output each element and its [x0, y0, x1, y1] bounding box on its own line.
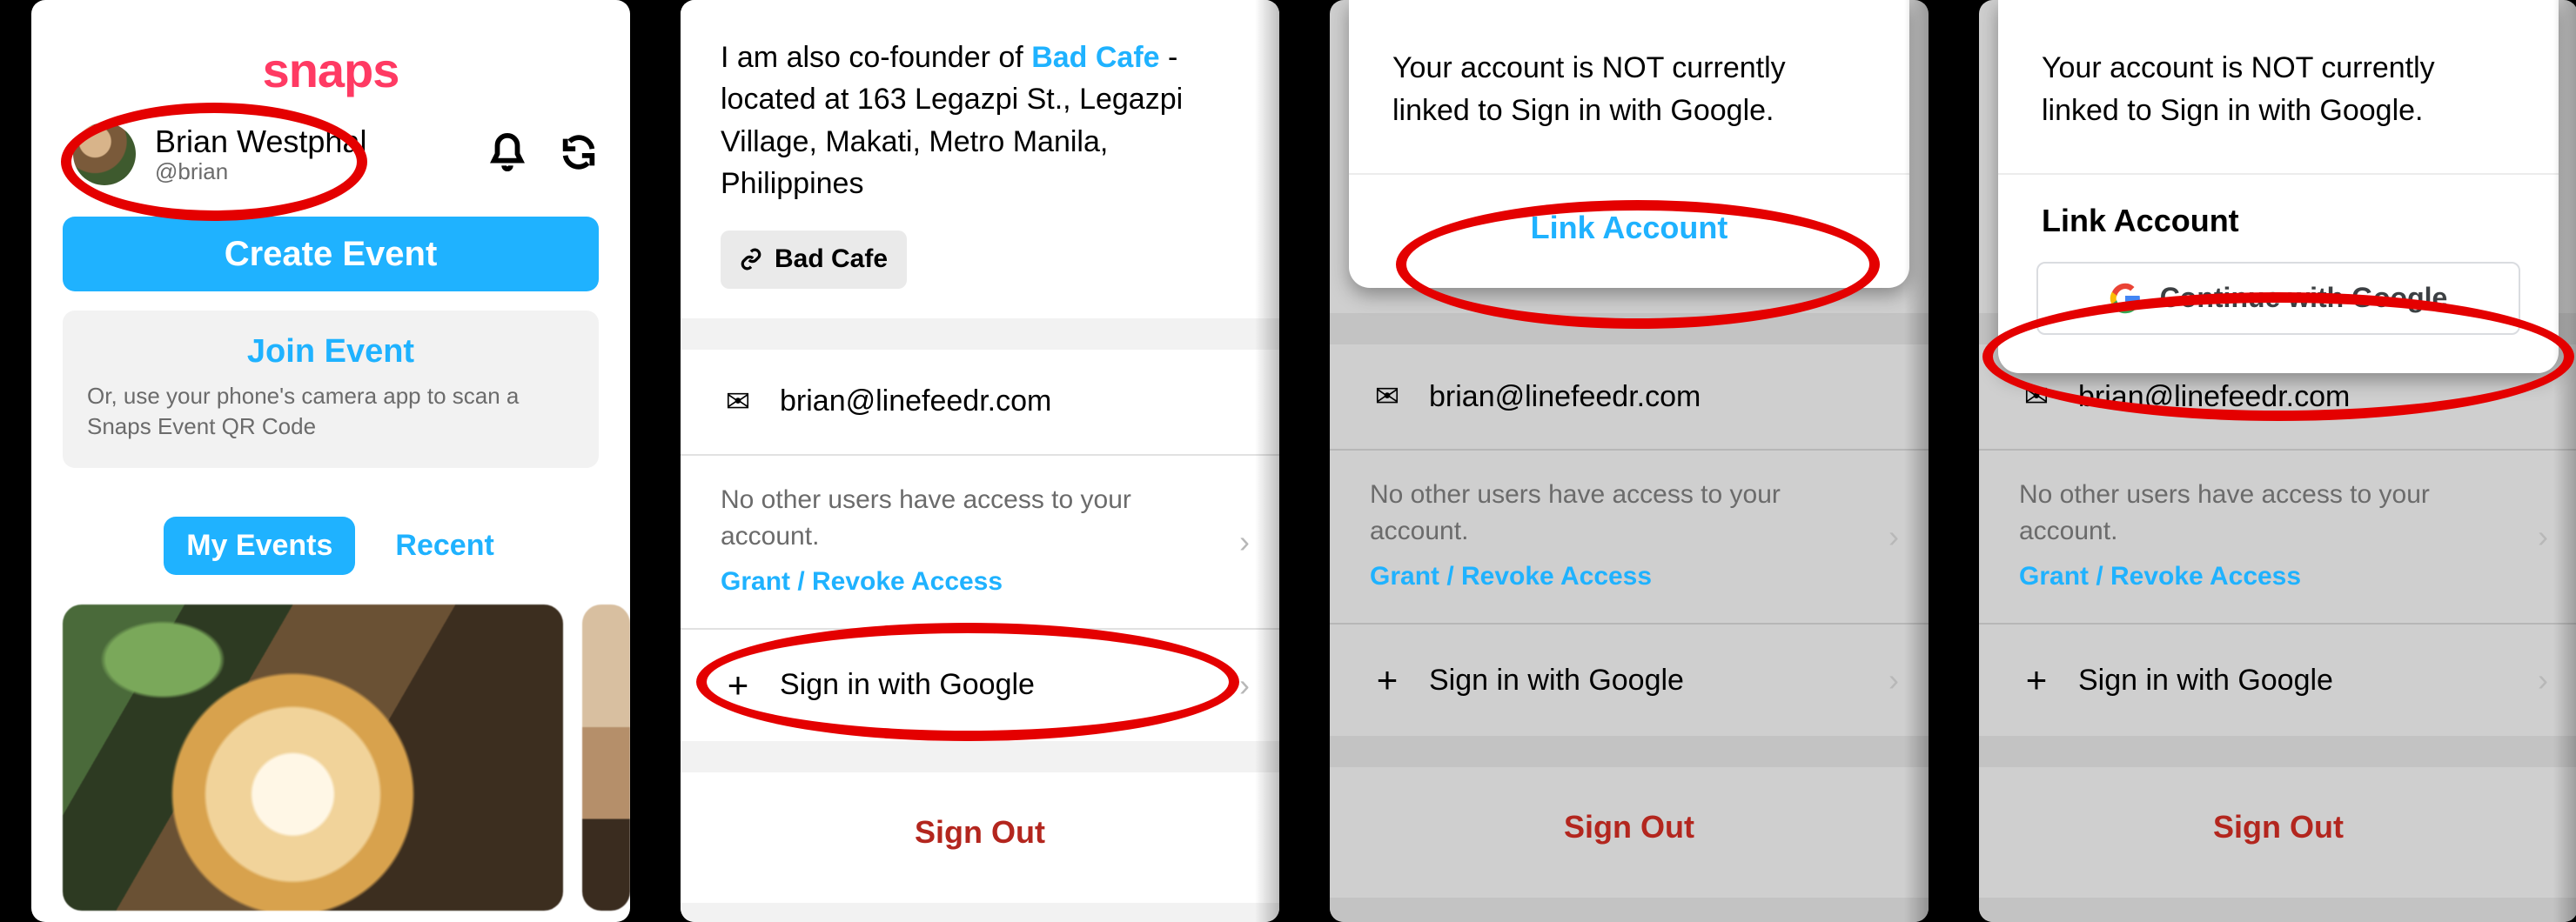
separator	[681, 318, 1279, 350]
app-header: snaps	[31, 0, 630, 117]
link-icon	[740, 248, 762, 271]
profile-row[interactable]: Brian Westphal @brian	[31, 117, 630, 201]
separator	[681, 741, 1279, 772]
avatar[interactable]	[73, 123, 136, 185]
email-value: brian@linefeedr.com	[2078, 380, 2350, 414]
screen-link-prompt: ✉ brian@linefeedr.com No other users hav…	[1330, 0, 1929, 922]
profile-text: Brian Westphal @brian	[155, 124, 487, 185]
chip-label: Bad Cafe	[775, 241, 888, 278]
sheet-message: Your account is NOT currently linked to …	[1998, 0, 2559, 173]
email-icon: ✉	[2019, 379, 2054, 414]
join-event-card[interactable]: Join Event Or, use your phone's camera a…	[63, 311, 599, 468]
access-link[interactable]: Grant / Revoke Access	[2019, 562, 2538, 591]
bio-prefix: I am also co-founder of	[721, 41, 1031, 74]
bio-link[interactable]: Bad Cafe	[1031, 41, 1159, 74]
event-card[interactable]	[63, 605, 563, 911]
plus-icon: +	[1370, 659, 1405, 701]
chevron-right-icon: ›	[1888, 662, 1899, 698]
link-account-sheet-expanded: Your account is NOT currently linked to …	[1998, 0, 2559, 373]
join-event-subtitle: Or, use your phone's camera app to scan …	[87, 381, 574, 442]
profile-handle: @brian	[155, 158, 487, 185]
screen-settings: I am also co-founder of Bad Cafe - locat…	[681, 0, 1279, 922]
access-row[interactable]: No other users have access to your accou…	[681, 456, 1279, 628]
plus-icon: +	[2019, 659, 2054, 701]
bad-cafe-chip[interactable]: Bad Cafe	[721, 230, 907, 289]
brand-logo: snaps	[31, 42, 630, 98]
access-link[interactable]: Grant / Revoke Access	[721, 567, 1239, 597]
access-text: No other users have access to your accou…	[1370, 477, 1788, 550]
email-row[interactable]: ✉ brian@linefeedr.com	[681, 350, 1279, 454]
profile-name: Brian Westphal	[155, 124, 487, 160]
refresh-icon[interactable]	[559, 132, 599, 177]
google-signin-label: Sign in with Google	[780, 668, 1035, 702]
link-account-title: Link Account	[1998, 175, 2559, 262]
separator	[681, 903, 1279, 922]
event-card-peek[interactable]	[582, 605, 630, 911]
sheet-message: Your account is NOT currently linked to …	[1349, 0, 1909, 173]
access-text: No other users have access to your accou…	[2019, 477, 2437, 550]
google-signin-row[interactable]: + Sign in with Google ›	[1330, 625, 1929, 736]
create-event-button[interactable]: Create Event	[63, 217, 599, 291]
link-account-button[interactable]: Link Account	[1349, 175, 1909, 288]
link-account-sheet: Your account is NOT currently linked to …	[1349, 0, 1909, 288]
google-signin-row[interactable]: + Sign in with Google ›	[1979, 625, 2576, 736]
google-signin-label: Sign in with Google	[2078, 664, 2333, 698]
screen-google-continue: ✉ brian@linefeedr.com No other users hav…	[1979, 0, 2576, 922]
join-event-title: Join Event	[87, 333, 574, 371]
google-logo-icon	[2110, 283, 2141, 314]
chevron-right-icon: ›	[2538, 518, 2548, 555]
access-text: No other users have access to your accou…	[721, 482, 1138, 555]
tab-my-events[interactable]: My Events	[164, 517, 355, 575]
sign-out-button[interactable]: Sign Out	[1979, 767, 2576, 898]
email-value: brian@linefeedr.com	[780, 384, 1051, 418]
email-icon: ✉	[1370, 379, 1405, 414]
screen-home: snaps Brian Westphal @brian Create Event…	[31, 0, 630, 922]
tab-recent[interactable]: Recent	[392, 517, 497, 575]
event-thumbnails	[31, 605, 630, 911]
sign-out-button[interactable]: Sign Out	[681, 772, 1279, 903]
bell-icon[interactable]	[487, 132, 527, 177]
google-button-label: Continue with Google	[2160, 282, 2448, 314]
email-value: brian@linefeedr.com	[1429, 380, 1701, 414]
chevron-right-icon: ›	[2538, 662, 2548, 698]
email-icon: ✉	[721, 384, 755, 419]
plus-icon: +	[721, 665, 755, 706]
access-row[interactable]: No other users have access to your accou…	[1979, 451, 2576, 623]
sign-out-button[interactable]: Sign Out	[1330, 767, 1929, 898]
event-tabs: My Events Recent	[63, 517, 599, 575]
continue-with-google-button[interactable]: Continue with Google	[2036, 262, 2520, 335]
email-row[interactable]: ✉ brian@linefeedr.com	[1330, 344, 1929, 449]
chevron-right-icon: ›	[1239, 524, 1250, 560]
bio-block: I am also co-founder of Bad Cafe - locat…	[681, 0, 1279, 318]
access-link[interactable]: Grant / Revoke Access	[1370, 562, 1888, 591]
google-signin-label: Sign in with Google	[1429, 664, 1684, 698]
google-signin-row[interactable]: + Sign in with Google ›	[681, 630, 1279, 741]
access-row[interactable]: No other users have access to your accou…	[1330, 451, 1929, 623]
chevron-right-icon: ›	[1239, 667, 1250, 704]
chevron-right-icon: ›	[1888, 518, 1899, 555]
